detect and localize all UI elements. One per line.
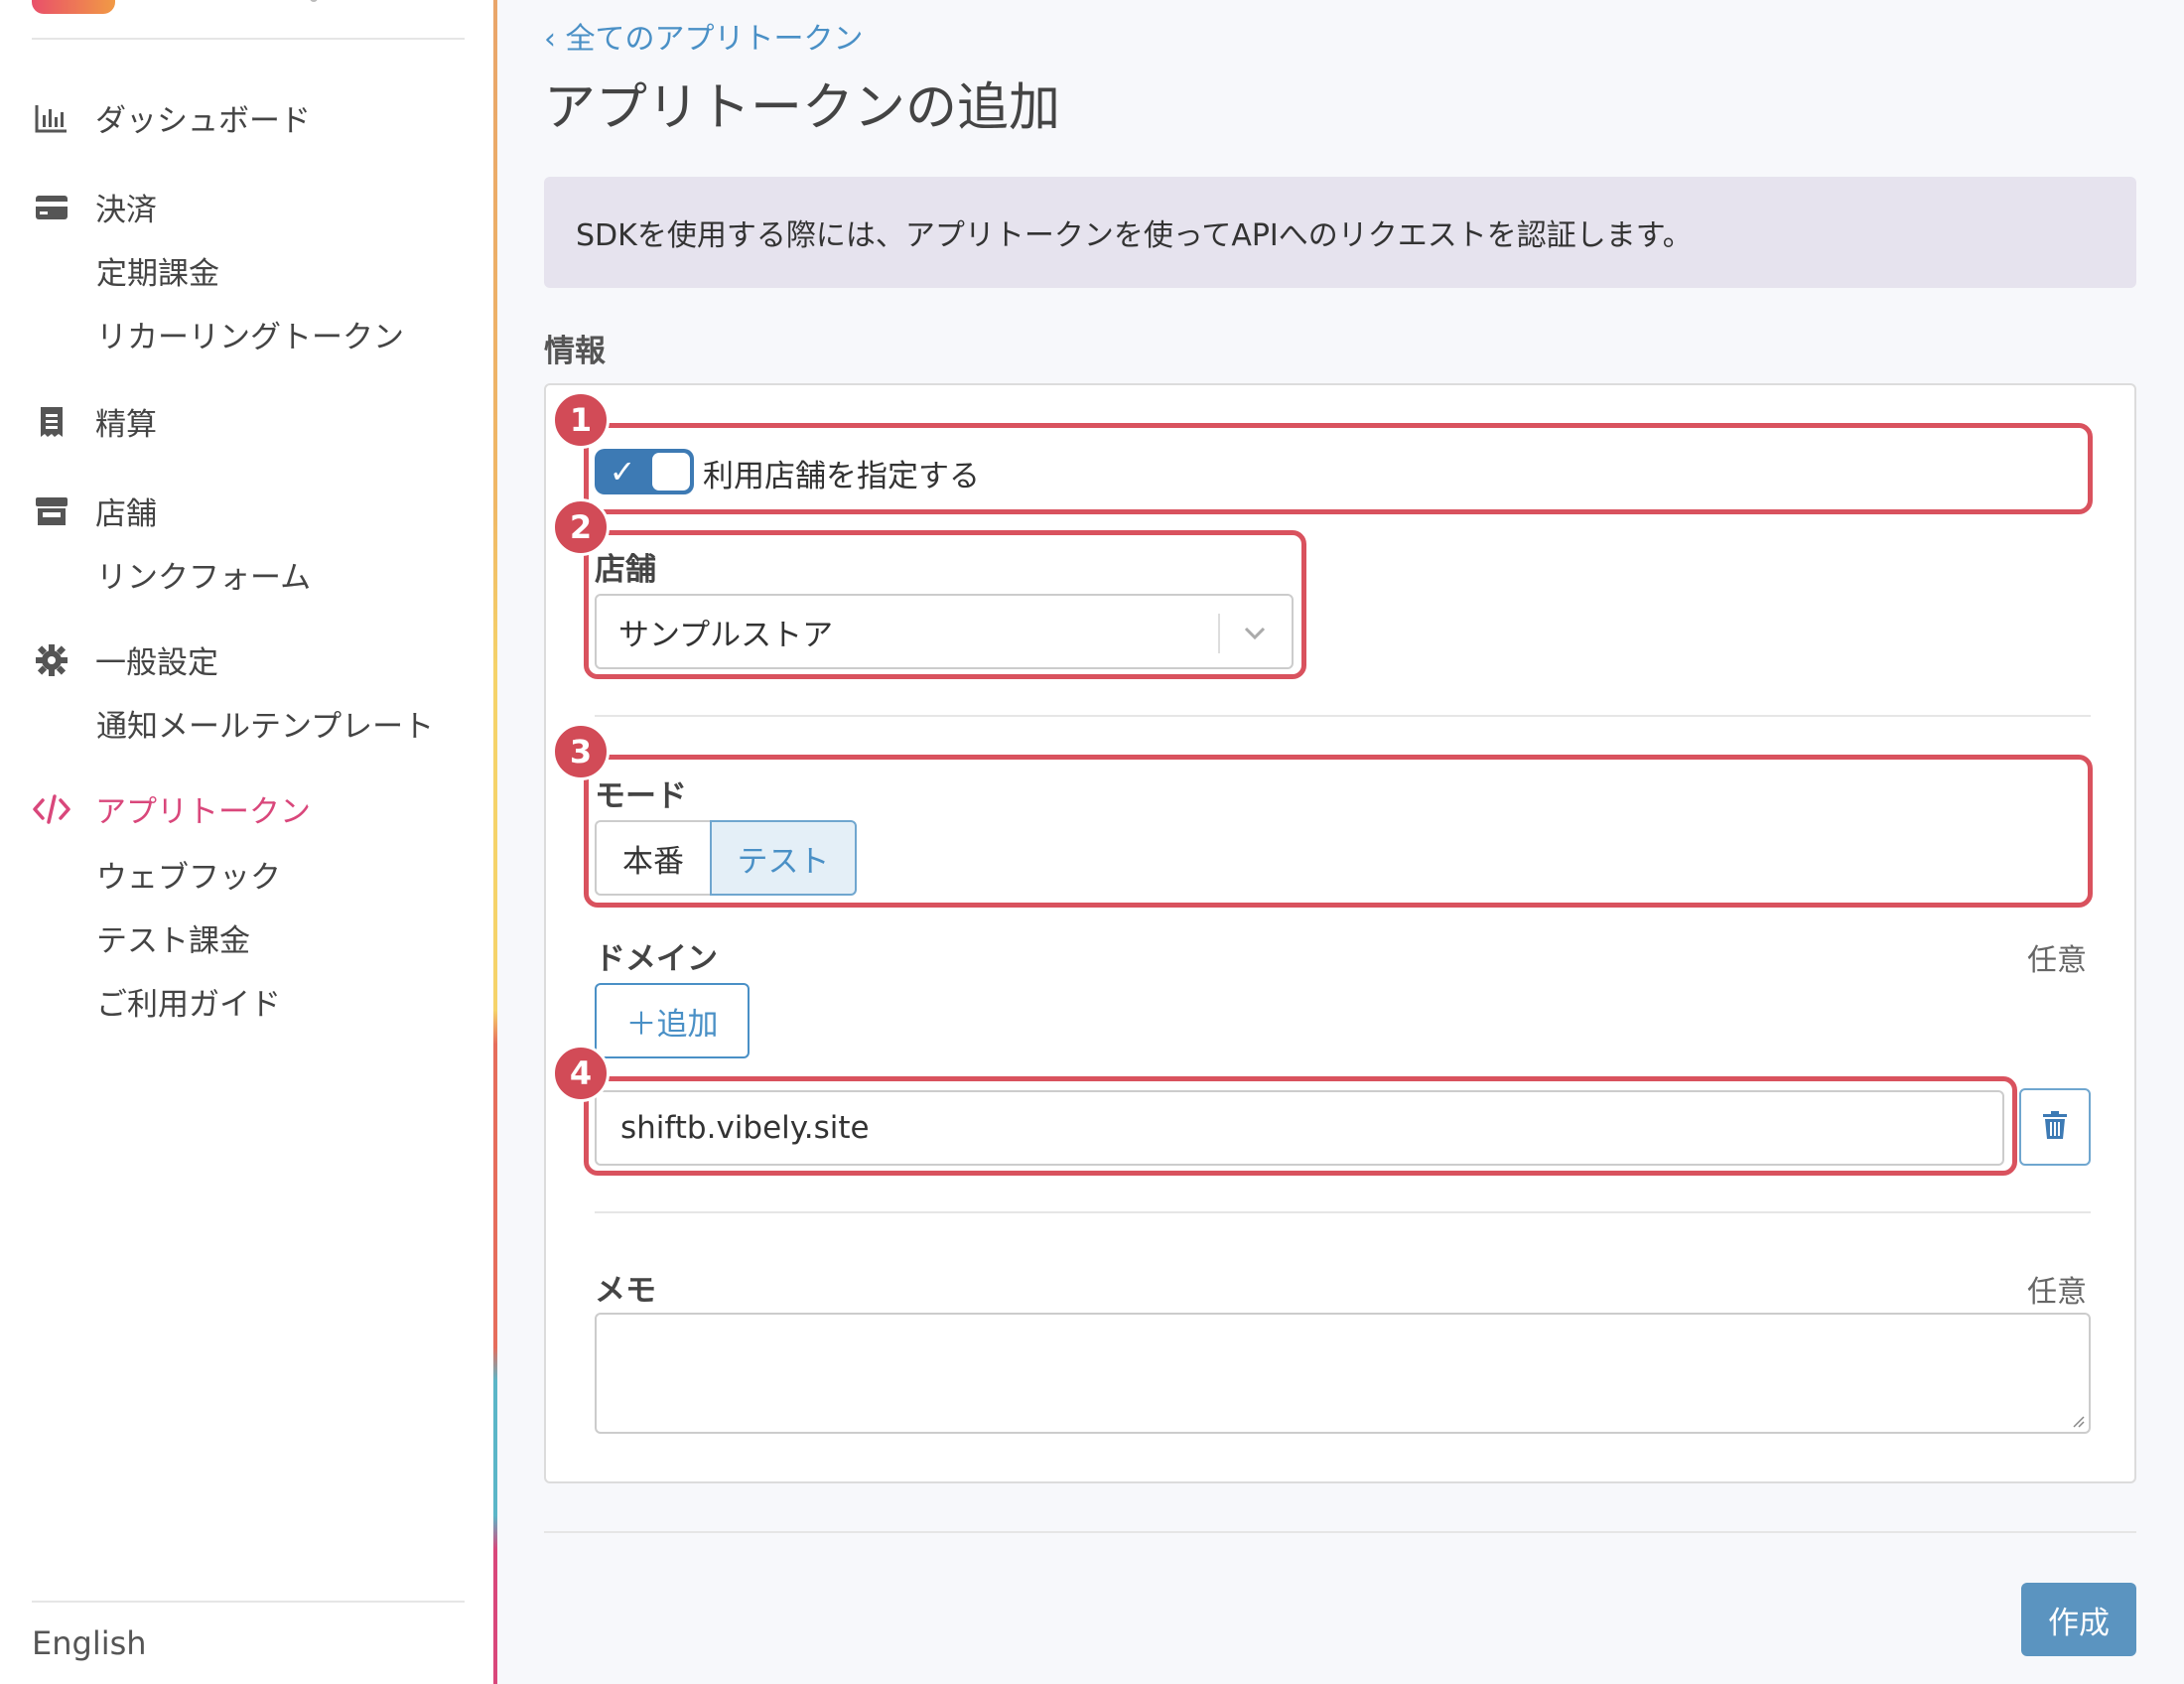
receipt-icon	[32, 402, 71, 442]
language-switch[interactable]: English	[32, 1624, 147, 1662]
form-card: ✓ 利用店舗を指定する 1 店舗 サンプルストア 2 モード 本番 テスト 3 …	[544, 383, 2136, 1483]
create-button[interactable]: 作成	[2021, 1583, 2136, 1656]
sidebar-item-payments[interactable]: 決済	[32, 185, 157, 229]
info-banner: SDKを使用する際には、アプリトークンを使ってAPIへのリクエストを認証します。	[544, 177, 2136, 288]
sidebar-item-label: 精算	[95, 407, 157, 443]
annotation-badge-3: 3	[552, 723, 610, 780]
delete-domain-button[interactable]	[2019, 1088, 2091, 1166]
sidebar-item-email-templates[interactable]: 通知メールテンプレート	[96, 701, 434, 746]
sidebar-item-label: アプリトークン	[95, 794, 311, 830]
memo-label: メモ	[595, 1273, 656, 1309]
sidebar-divider	[32, 1601, 465, 1603]
chevron-down-icon	[1240, 618, 1270, 647]
domain-input-value: shiftb.vibely.site	[620, 1110, 870, 1146]
mode-option-live[interactable]: 本番	[595, 820, 710, 896]
domain-input[interactable]: shiftb.vibely.site	[595, 1090, 2004, 1166]
store-label: 店舗	[595, 552, 656, 588]
sidebar-item-label: 店舗	[95, 496, 157, 532]
sidebar-item-label: 決済	[95, 193, 157, 228]
memo-textarea[interactable]	[595, 1313, 2091, 1434]
info-banner-text: SDKを使用する際には、アプリトークンを使ってAPIへのリクエストを認証します。	[576, 218, 1693, 253]
sidebar-item-general-settings[interactable]: 一般設定	[32, 637, 218, 682]
store-select[interactable]: サンプルストア	[595, 594, 1294, 669]
sidebar-item-recurring-tokens[interactable]: リカーリングトークン	[96, 312, 404, 356]
section-label: 情報	[544, 334, 606, 369]
breadcrumb-back-link[interactable]: ‹ 全てのアプリトークン	[544, 14, 864, 58]
store-toggle[interactable]: ✓	[595, 449, 694, 494]
chart-bar-icon	[32, 98, 71, 138]
sidebar-item-user-guide[interactable]: ご利用ガイド	[96, 979, 281, 1024]
sidebar-item-test-charges[interactable]: テスト課金	[96, 915, 250, 960]
store-toggle-label: 利用店舗を指定する	[703, 459, 980, 494]
annotation-badge-4: 4	[552, 1045, 610, 1102]
form-divider	[595, 1211, 2091, 1213]
annotation-badge-2: 2	[552, 498, 610, 556]
select-separator	[1218, 614, 1220, 653]
store-icon	[32, 491, 71, 531]
annotation-badge-1: 1	[552, 391, 610, 449]
sidebar: ダッシュボード 決済 定期課金 リカーリングトークン 精算 店舗 リンクフォーム…	[0, 0, 496, 1684]
logo[interactable]	[32, 0, 115, 14]
code-icon	[32, 789, 71, 829]
sidebar-accent-stripe	[493, 0, 497, 1684]
credit-card-icon	[32, 188, 71, 227]
page-title: アプリトークンの追加	[544, 78, 1061, 138]
sidebar-item-label: ダッシュボード	[95, 103, 311, 139]
check-icon: ✓	[609, 453, 636, 491]
resize-grip-icon[interactable]	[2069, 1412, 2085, 1428]
mode-option-test[interactable]: テスト	[710, 820, 857, 896]
sidebar-item-stores[interactable]: 店舗	[32, 489, 157, 533]
sidebar-item-dashboard[interactable]: ダッシュボード	[32, 95, 311, 140]
form-divider	[595, 715, 2091, 717]
toggle-knob	[652, 453, 690, 491]
sidebar-item-subscriptions[interactable]: 定期課金	[96, 248, 219, 293]
sidebar-item-link-forms[interactable]: リンクフォーム	[96, 552, 311, 597]
store-select-value: サンプルストア	[618, 617, 834, 653]
mode-label: モード	[595, 778, 687, 814]
domain-optional-label: 任意	[2027, 943, 2087, 978]
sidebar-divider	[32, 38, 465, 40]
sidebar-item-label: 一般設定	[95, 645, 218, 681]
gear-icon	[32, 640, 71, 680]
trash-icon	[2042, 1110, 2068, 1144]
footer-divider	[544, 1531, 2136, 1533]
memo-optional-label: 任意	[2027, 1275, 2087, 1310]
sidebar-item-app-tokens[interactable]: アプリトークン	[32, 786, 311, 831]
logo-text-fragment	[310, 0, 318, 2]
domain-label: ドメイン	[595, 941, 718, 977]
sidebar-item-webhooks[interactable]: ウェブフック	[96, 852, 281, 897]
add-domain-button[interactable]: ＋追加	[595, 983, 750, 1058]
sidebar-item-settlement[interactable]: 精算	[32, 399, 157, 444]
mode-segmented-control: 本番 テスト	[595, 820, 857, 896]
